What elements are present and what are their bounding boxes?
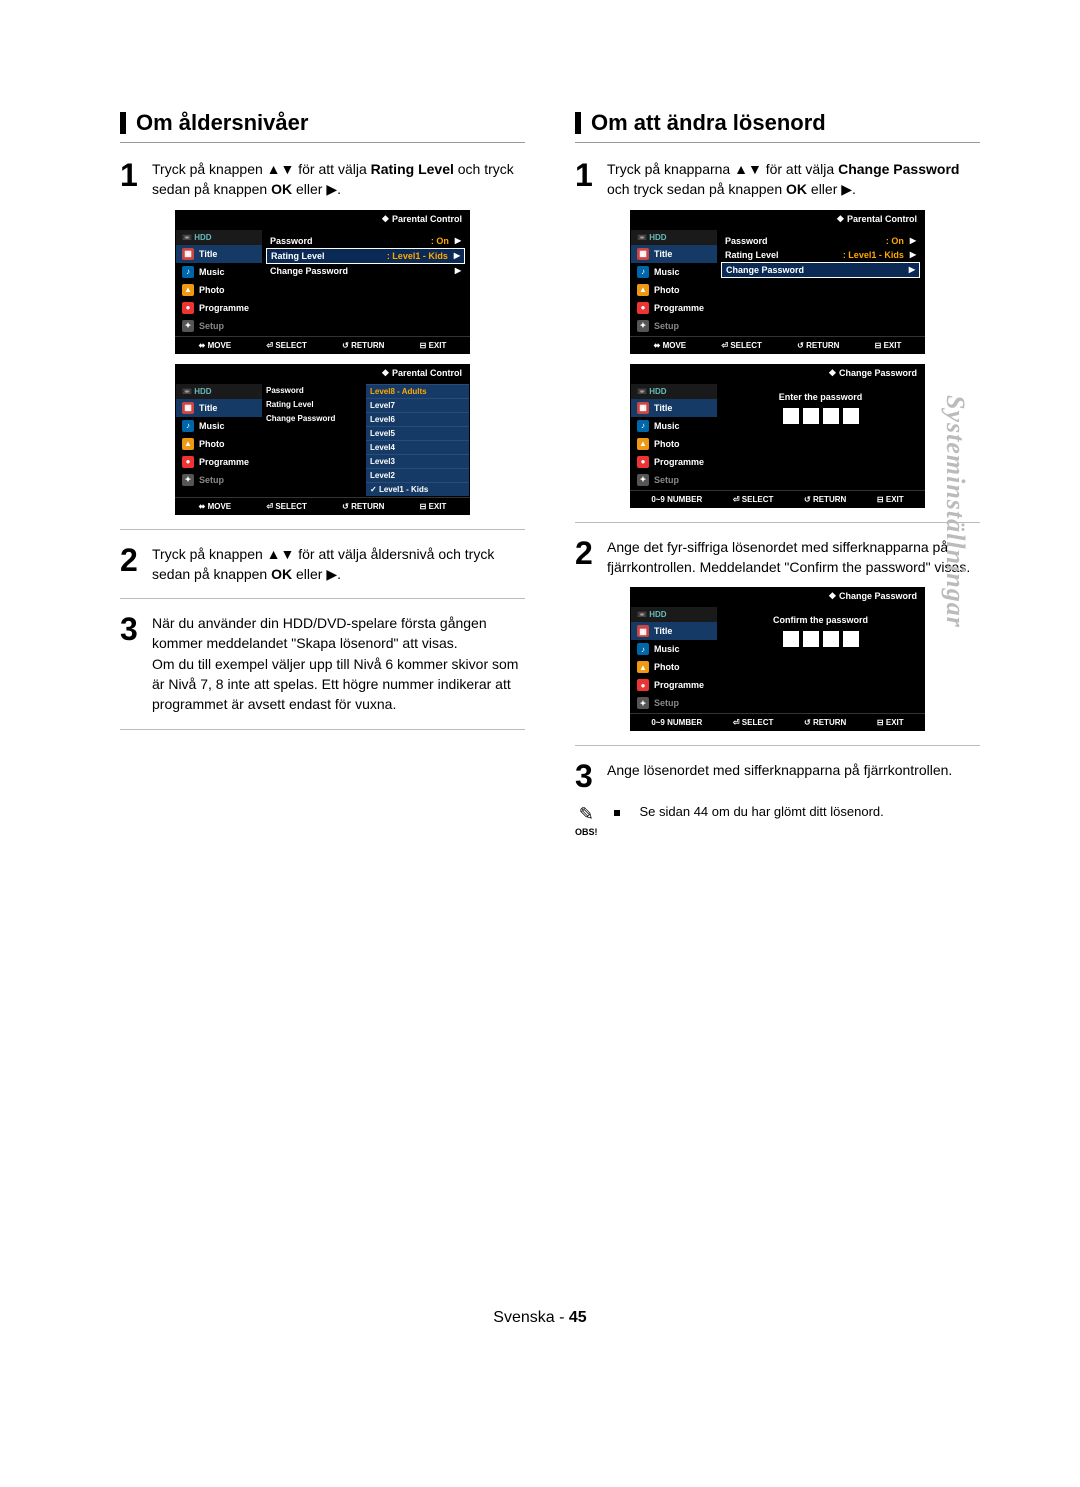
step-2-left: 2 Tryck på knappen ▲▼ för att välja ålde…: [120, 544, 525, 585]
programme-icon: ●: [637, 456, 649, 468]
osd-levels-list: PasswordLevel8 - Adults Rating LevelLeve…: [262, 384, 469, 496]
osd-footer: ⬌ MOVE ⏎ SELECT ↺ RETURN ⊟ EXIT: [175, 336, 470, 354]
side-tab-label: Systeminställningar: [940, 395, 970, 628]
programme-icon: ●: [637, 679, 649, 691]
osd-nav: HDD ▦Title ♪Music ▲Photo ●Programme ✦Set…: [176, 384, 262, 496]
music-icon: ♪: [182, 420, 194, 432]
osd-screenshot-enterpw: Change Password HDD ▦Title ♪Music ▲Photo…: [630, 364, 925, 508]
music-icon: ♪: [637, 266, 649, 278]
nav-photo: ▲Photo: [176, 281, 262, 299]
section-heading-left: Om åldersnivåer: [120, 110, 525, 136]
osd-content: Password: On▶ Rating Level: Level1 - Kid…: [262, 230, 469, 335]
prompt-enter-password: Enter the password: [779, 392, 863, 402]
programme-icon: ●: [182, 302, 194, 314]
password-input-boxes: [783, 408, 859, 424]
heading-left-text: Om åldersnivåer: [136, 110, 308, 136]
music-icon: ♪: [182, 266, 194, 278]
photo-icon: ▲: [182, 284, 194, 296]
osd-nav: HDD ▦Title ♪Music ▲Photo ●Programme ✦Set…: [176, 230, 262, 335]
prompt-confirm-password: Confirm the password: [773, 615, 868, 625]
setup-icon: ✦: [637, 697, 649, 709]
nav-music: ♪Music: [176, 263, 262, 281]
title-icon: ▦: [182, 248, 194, 260]
osd-title: Parental Control: [175, 364, 470, 383]
note-block: ✎ OBS! Se sidan 44 om du har glömt ditt …: [575, 804, 980, 837]
step-2-right: 2 Ange det fyr-siffriga lösenordet med s…: [575, 537, 980, 578]
step-1-right: 1 Tryck på knapparna ▲▼ för att välja Ch…: [575, 159, 980, 200]
title-icon: ▦: [182, 402, 194, 414]
section-heading-right: Om att ändra lösenord: [575, 110, 980, 136]
step-3-left: 3 När du använder din HDD/DVD-spelare fö…: [120, 613, 525, 714]
title-icon: ▦: [637, 402, 649, 414]
photo-icon: ▲: [637, 438, 649, 450]
heading-bar-icon: [575, 112, 581, 134]
photo-icon: ▲: [637, 284, 649, 296]
section-divider: [120, 142, 525, 143]
music-icon: ♪: [637, 420, 649, 432]
nav-title: ▦Title: [176, 245, 262, 263]
photo-icon: ▲: [637, 661, 649, 673]
setup-icon: ✦: [182, 320, 194, 332]
step-number: 1: [120, 159, 142, 200]
title-icon: ▦: [637, 248, 649, 260]
password-input-boxes: [783, 631, 859, 647]
heading-bar-icon: [120, 112, 126, 134]
osd-screenshot-changepw: Parental Control HDD ▦Title ♪Music ▲Phot…: [630, 210, 925, 354]
nav-setup: ✦Setup: [176, 317, 262, 335]
osd-screenshot-confirmpw: Change Password HDD ▦Title ♪Music ▲Photo…: [630, 587, 925, 731]
bullet-icon: [614, 810, 620, 816]
note-icon: ✎ OBS!: [575, 804, 598, 837]
step-3-right: 3 Ange lösenordet med sifferknapparna på…: [575, 760, 980, 792]
osd-screenshot-rating: Parental Control HDD ▦Title ♪Music ▲Phot…: [175, 210, 470, 354]
music-icon: ♪: [637, 643, 649, 655]
programme-icon: ●: [182, 456, 194, 468]
setup-icon: ✦: [637, 474, 649, 486]
title-icon: ▦: [637, 625, 649, 637]
osd-screenshot-levels: Parental Control HDD ▦Title ♪Music ▲Phot…: [175, 364, 470, 515]
nav-hdd: HDD: [176, 230, 262, 245]
note-text: Se sidan 44 om du har glömt ditt lösenor…: [640, 804, 884, 819]
step-text: Tryck på knappen ▲▼ för att välja Rating…: [152, 159, 525, 200]
photo-icon: ▲: [182, 438, 194, 450]
heading-right-text: Om att ändra lösenord: [591, 110, 826, 136]
programme-icon: ●: [637, 302, 649, 314]
step-1-left: 1 Tryck på knappen ▲▼ för att välja Rati…: [120, 159, 525, 200]
osd-title: Parental Control: [175, 210, 470, 229]
page-footer: Svenska - 45: [0, 1309, 1080, 1327]
nav-programme: ●Programme: [176, 299, 262, 317]
setup-icon: ✦: [637, 320, 649, 332]
setup-icon: ✦: [182, 474, 194, 486]
